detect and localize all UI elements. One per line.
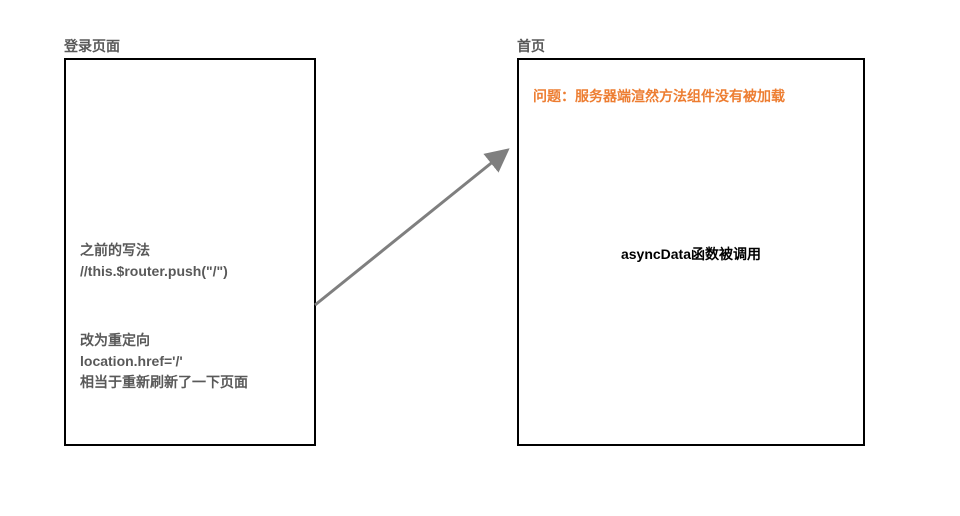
- old-method-label: 之前的写法: [80, 240, 228, 261]
- old-method-block: 之前的写法 //this.$router.push("/"): [80, 240, 228, 282]
- new-method-block: 改为重定向 location.href='/' 相当于重新刷新了一下页面: [80, 330, 248, 393]
- arrow-icon: [305, 140, 520, 315]
- problem-text: 问题：服务器端渲然方法组件没有被加载: [533, 86, 785, 106]
- async-data-text: asyncData函数被调用: [519, 244, 863, 264]
- home-page-box: 问题：服务器端渲然方法组件没有被加载 asyncData函数被调用: [517, 58, 865, 446]
- left-box-title: 登录页面: [64, 36, 120, 56]
- login-page-box: 之前的写法 //this.$router.push("/") 改为重定向 loc…: [64, 58, 316, 446]
- right-box-title: 首页: [517, 36, 545, 56]
- new-method-label: 改为重定向: [80, 330, 248, 351]
- new-method-code: location.href='/': [80, 351, 248, 372]
- old-method-code: //this.$router.push("/"): [80, 261, 228, 282]
- new-method-note: 相当于重新刷新了一下页面: [80, 372, 248, 393]
